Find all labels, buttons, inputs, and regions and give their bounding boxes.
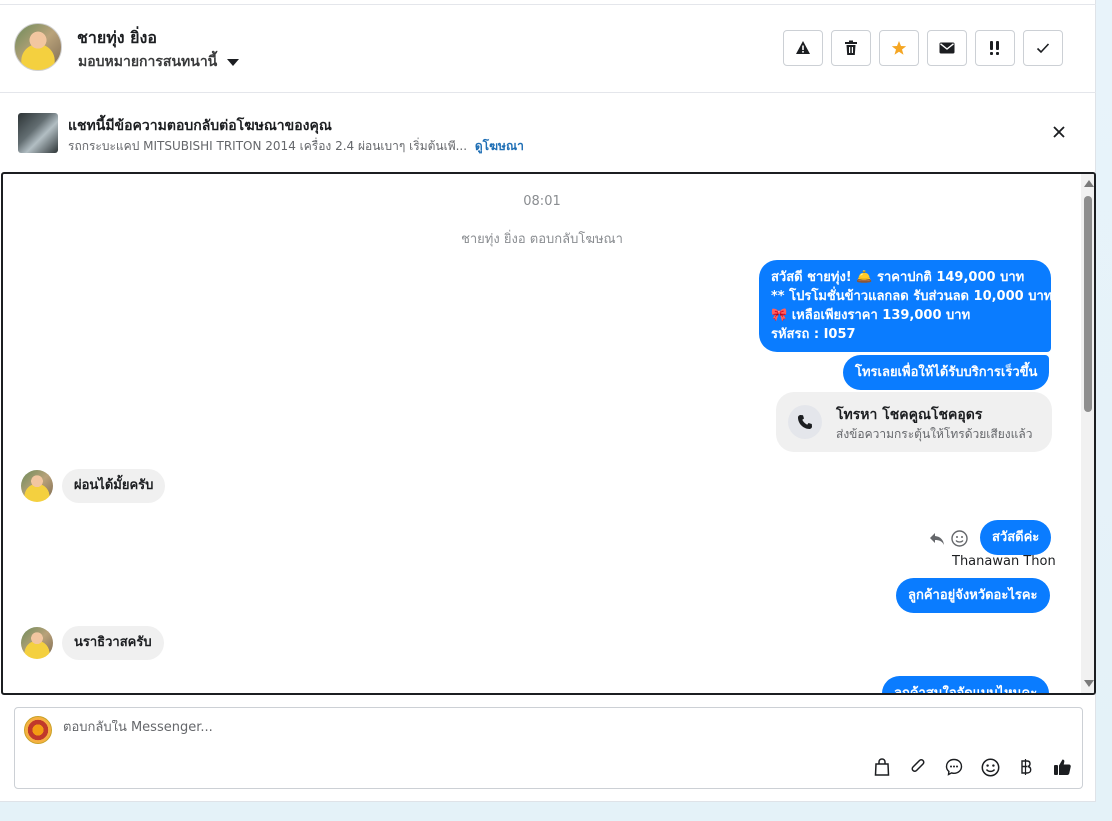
mark-done-button[interactable] [1023,30,1063,66]
spam-button[interactable] [783,30,823,66]
delete-button[interactable] [831,30,871,66]
star-button[interactable] [879,30,919,66]
assign-label: มอบหมายการสนทนานี้ [78,54,218,70]
call-card[interactable]: โทรหา โชคคูณโชคอุดร ส่งข้อความกระตุ้นให้… [776,392,1052,452]
message-tools [929,530,968,547]
caret-down-icon [227,58,240,66]
reply-input[interactable] [63,720,963,735]
emoji-react-icon[interactable] [951,530,968,547]
page-avatar [24,716,52,744]
payment-button[interactable] [1015,756,1037,778]
call-prompt-message[interactable]: โทรเลยเพื่อให้ได้รับบริการเร็วขึ้น [843,355,1050,390]
call-card-subtitle: ส่งข้อความกระตุ้นให้โทรด้วยเสียงแล้ว [836,427,1033,441]
view-ad-link[interactable]: ดูโฆษณา [475,139,524,153]
offer-line-4: รหัสรถ : I057 [771,327,856,342]
ad-thumbnail[interactable] [18,113,58,153]
double-exclamation-icon [990,41,999,55]
warning-icon [796,41,810,54]
offer-message[interactable]: สวัสดี ชายทุ่ง! 🛎️ ราคาปกติ 149,000 บาท … [759,260,1053,352]
timestamp: 08:01 [523,194,561,209]
contact-avatar[interactable] [14,23,62,71]
close-icon[interactable] [1050,123,1068,141]
message-list: 08:01 ชายทุ่ง ยิ่งอ ตอบกลับโฆษณา สวัสดี … [3,174,1081,693]
shopping-bag-icon [874,758,890,776]
call-icon-circle [788,405,822,439]
outgoing-message[interactable]: สวัสดีค่ะ [980,520,1052,555]
ad-banner-title: แชทนี้มีข้อความตอบกลับต่อโฆษณาของคุณ [68,118,332,134]
envelope-icon [939,42,955,54]
incoming-message[interactable]: ผ่อนได้มั้ยครับ [62,469,166,503]
sender-name: Thanawan Thon [952,554,1056,569]
conversation-header: ชายทุ่ง ยิ่งอ มอบหมายการสนทนานี้ [0,5,1096,93]
shopping-bag-button[interactable] [871,756,893,778]
mark-unread-button[interactable] [927,30,967,66]
chat-bubble-icon [945,758,963,776]
baht-icon [1021,759,1032,775]
scroll-down-arrow-icon[interactable] [1084,680,1094,687]
outgoing-message[interactable]: ลูกค้าสนใจจัดแบบไหนคะ [882,676,1050,693]
follow-up-button[interactable] [975,30,1015,66]
emoji-button[interactable] [979,756,1001,778]
like-button[interactable] [1051,756,1073,778]
phone-icon [798,415,812,429]
ad-description-text: รถกระบะแคป MITSUBISHI TRITON 2014 เครื่อ… [68,139,468,153]
offer-line-2: ** โปรโมชั่นข้าวแลกลด รับส่วนลด 10,000 บ… [771,289,1053,304]
offer-line-3: 🎀 เหลือเพียงราคา 139,000 บาท [771,308,971,323]
call-card-title: โทรหา โชคคูณโชคอุดร [836,407,983,423]
reply-icon[interactable] [929,532,945,546]
saved-replies-button[interactable] [943,756,965,778]
header-actions [783,30,1063,66]
checkmark-icon [1036,43,1050,54]
attach-button[interactable] [907,756,929,778]
assign-conversation-dropdown[interactable]: มอบหมายการสนทนานี้ [78,51,240,73]
thumbs-up-icon [1053,759,1071,775]
contact-avatar-small[interactable] [21,470,53,502]
outgoing-message[interactable]: ลูกค้าอยู่จังหวัดอะไรคะ [896,578,1050,613]
contact-name[interactable]: ชายทุ่ง ยิ่งอ [77,26,157,51]
message-thread[interactable]: 08:01 ชายทุ่ง ยิ่งอ ตอบกลับโฆษณา สวัสดี … [1,172,1096,695]
star-icon [891,41,907,55]
composer-tools [871,756,1073,778]
smiley-icon [981,758,999,776]
scrollbar-thumb[interactable] [1084,196,1092,412]
contact-avatar-small[interactable] [21,627,53,659]
offer-line-1: สวัสดี ชายทุ่ง! 🛎️ ราคาปกติ 149,000 บาท [771,270,1025,285]
message-composer [14,707,1083,789]
ad-description: รถกระบะแคป MITSUBISHI TRITON 2014 เครื่อ… [68,137,524,156]
ad-reply-banner: แชทนี้มีข้อความตอบกลับต่อโฆษณาของคุณ รถก… [0,93,1096,172]
scrollbar[interactable] [1081,174,1094,693]
system-note: ชายทุ่ง ยิ่งอ ตอบกลับโฆษณา [461,232,623,247]
trash-icon [845,40,857,55]
scroll-up-arrow-icon[interactable] [1084,180,1094,187]
paperclip-icon [911,759,925,772]
incoming-message[interactable]: นราธิวาสครับ [62,626,164,660]
